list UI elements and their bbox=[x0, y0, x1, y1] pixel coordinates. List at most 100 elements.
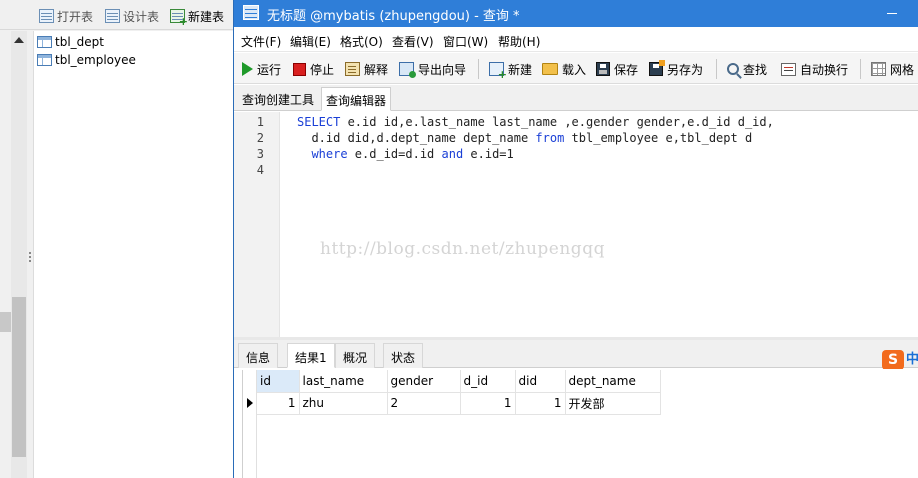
cell-id[interactable]: 1 bbox=[257, 392, 300, 415]
column-header-id[interactable]: id bbox=[257, 370, 300, 393]
run-icon bbox=[242, 62, 253, 76]
load-label: 载入 bbox=[562, 62, 587, 77]
sql-keyword: SELECT bbox=[297, 115, 341, 129]
line-number: 3 bbox=[256, 147, 264, 161]
editor-tab-bar: 查询创建工具 查询编辑器 bbox=[234, 85, 918, 111]
sql-text: e.id id,e.last_name last_name ,e.gender … bbox=[340, 115, 774, 129]
menu-window[interactable]: 窗口(W) bbox=[443, 33, 488, 50]
word-wrap-label: 自动换行 bbox=[800, 62, 849, 77]
title-bar[interactable]: 无标题 @mybatis (zhupengdou) - 查询 * bbox=[234, 0, 918, 27]
navigator-scrollbar[interactable] bbox=[11, 31, 27, 478]
column-header-last-name[interactable]: last_name bbox=[299, 370, 388, 393]
ime-logo-icon[interactable]: S bbox=[882, 350, 904, 370]
line-number-gutter: 1 2 3 4 bbox=[234, 112, 280, 337]
collapsed-panel-handle[interactable] bbox=[0, 312, 11, 332]
column-header-gender[interactable]: gender bbox=[387, 370, 461, 393]
table-icon bbox=[37, 53, 52, 66]
stop-label: 停止 bbox=[310, 62, 335, 77]
navigator-toolbar: 打开表 设计表 新建表 bbox=[0, 0, 235, 30]
sql-keyword: and bbox=[441, 147, 464, 161]
sql-keyword: where bbox=[311, 147, 348, 161]
design-table-icon bbox=[105, 9, 120, 23]
window-title: 无标题 @mybatis (zhupengdou) - 查询 * bbox=[267, 9, 520, 24]
open-table-label: 打开表 bbox=[57, 9, 94, 24]
tree-item-tbl-employee[interactable]: tbl_employee bbox=[37, 51, 136, 68]
menu-help[interactable]: 帮助(H) bbox=[498, 33, 540, 50]
save-icon bbox=[596, 62, 610, 76]
tab-query-builder[interactable]: 查询创建工具 bbox=[238, 87, 318, 111]
save-label: 保存 bbox=[614, 62, 639, 77]
grid-icon bbox=[871, 62, 886, 76]
sql-keyword: from bbox=[535, 131, 565, 145]
find-button[interactable]: 查找 bbox=[727, 60, 767, 78]
sql-text: e.d_id=d.id bbox=[347, 147, 442, 161]
menu-file[interactable]: 文件(F) bbox=[241, 33, 281, 50]
tree-item-label: tbl_dept bbox=[55, 34, 104, 49]
query-window: 无标题 @mybatis (zhupengdou) - 查询 * 文件(F) 编… bbox=[233, 0, 918, 478]
row-header-column bbox=[243, 370, 257, 478]
new-query-label: 新建 bbox=[508, 62, 533, 77]
export-wizard-icon bbox=[399, 62, 416, 78]
sql-editor[interactable]: 1 2 3 4 SELECT e.id id,e.last_name last_… bbox=[234, 112, 918, 337]
table-row[interactable]: 1 zhu 2 1 1 开发部 bbox=[257, 392, 661, 415]
tab-info[interactable]: 信息 bbox=[238, 343, 279, 368]
sql-text: d.id did,d.dept_name dept_name bbox=[297, 131, 536, 145]
run-label: 运行 bbox=[257, 62, 282, 77]
result-grid: id last_name gender d_id did dept_name 1… bbox=[234, 369, 918, 478]
menu-format[interactable]: 格式(O) bbox=[340, 33, 383, 50]
new-table-button[interactable]: 新建表 bbox=[170, 7, 224, 28]
explain-icon bbox=[345, 62, 360, 76]
column-header-d-id[interactable]: d_id bbox=[460, 370, 516, 393]
minimize-button[interactable] bbox=[885, 6, 899, 20]
stop-icon bbox=[293, 62, 306, 76]
cell-last-name[interactable]: zhu bbox=[299, 392, 388, 415]
tree-item-label: tbl_employee bbox=[55, 52, 136, 67]
run-button[interactable]: 运行 bbox=[242, 60, 281, 78]
cell-gender[interactable]: 2 bbox=[387, 392, 461, 415]
scroll-up-arrow-icon[interactable] bbox=[14, 37, 24, 43]
table-icon bbox=[37, 35, 52, 48]
code-line: where e.d_id=d.id and e.id=1 bbox=[297, 147, 514, 161]
word-wrap-button[interactable]: 自动换行 bbox=[781, 60, 848, 78]
query-toolbar: 运行 停止 解释 导出向导 新建 载入 保存 另存为 bbox=[234, 53, 918, 84]
cell-did[interactable]: 1 bbox=[515, 392, 566, 415]
ime-mode-indicator[interactable]: 中 bbox=[906, 350, 918, 370]
navigator-pane: 打开表 设计表 新建表 tbl_dept tbl_employee bbox=[0, 0, 235, 478]
tab-result1[interactable]: 结果1 bbox=[287, 343, 335, 368]
header-row: id last_name gender d_id did dept_name bbox=[257, 370, 661, 393]
save-button[interactable]: 保存 bbox=[596, 60, 638, 78]
design-table-button[interactable]: 设计表 bbox=[105, 7, 159, 25]
save-as-button[interactable]: 另存为 bbox=[649, 60, 703, 78]
pane-splitter-handle[interactable] bbox=[28, 250, 32, 350]
export-wizard-label: 导出向导 bbox=[418, 62, 467, 77]
load-button[interactable]: 载入 bbox=[542, 60, 586, 78]
tab-overview[interactable]: 概况 bbox=[335, 343, 376, 368]
menu-view[interactable]: 查看(V) bbox=[392, 33, 434, 50]
cell-d-id[interactable]: 1 bbox=[460, 392, 516, 415]
menu-edit[interactable]: 编辑(E) bbox=[290, 33, 331, 50]
new-query-button[interactable]: 新建 bbox=[489, 60, 533, 81]
open-table-icon bbox=[39, 9, 54, 23]
tab-query-editor[interactable]: 查询编辑器 bbox=[321, 87, 392, 111]
cell-dept-name[interactable]: 开发部 bbox=[565, 392, 661, 415]
stop-button[interactable]: 停止 bbox=[293, 60, 334, 78]
column-header-did[interactable]: did bbox=[515, 370, 566, 393]
toolbar-separator bbox=[860, 59, 861, 79]
tab-status[interactable]: 状态 bbox=[383, 343, 424, 368]
column-header-dept-name[interactable]: dept_name bbox=[565, 370, 661, 393]
scrollbar-thumb[interactable] bbox=[12, 297, 26, 457]
current-row-pointer-icon bbox=[247, 398, 253, 408]
open-table-button[interactable]: 打开表 bbox=[39, 7, 93, 25]
folder-icon bbox=[542, 63, 558, 75]
sql-text: e.id=1 bbox=[463, 147, 514, 161]
menu-bar: 文件(F) 编辑(E) 格式(O) 查看(V) 窗口(W) 帮助(H) bbox=[234, 28, 918, 52]
tree-item-tbl-dept[interactable]: tbl_dept bbox=[37, 33, 104, 50]
export-wizard-button[interactable]: 导出向导 bbox=[399, 60, 466, 78]
explain-button[interactable]: 解释 bbox=[345, 60, 388, 78]
save-as-icon bbox=[649, 60, 665, 76]
line-number: 4 bbox=[256, 163, 264, 177]
new-query-icon bbox=[489, 62, 507, 81]
grid-button[interactable]: 网格 bbox=[871, 60, 914, 78]
search-icon bbox=[727, 63, 739, 75]
new-table-icon bbox=[170, 9, 188, 28]
